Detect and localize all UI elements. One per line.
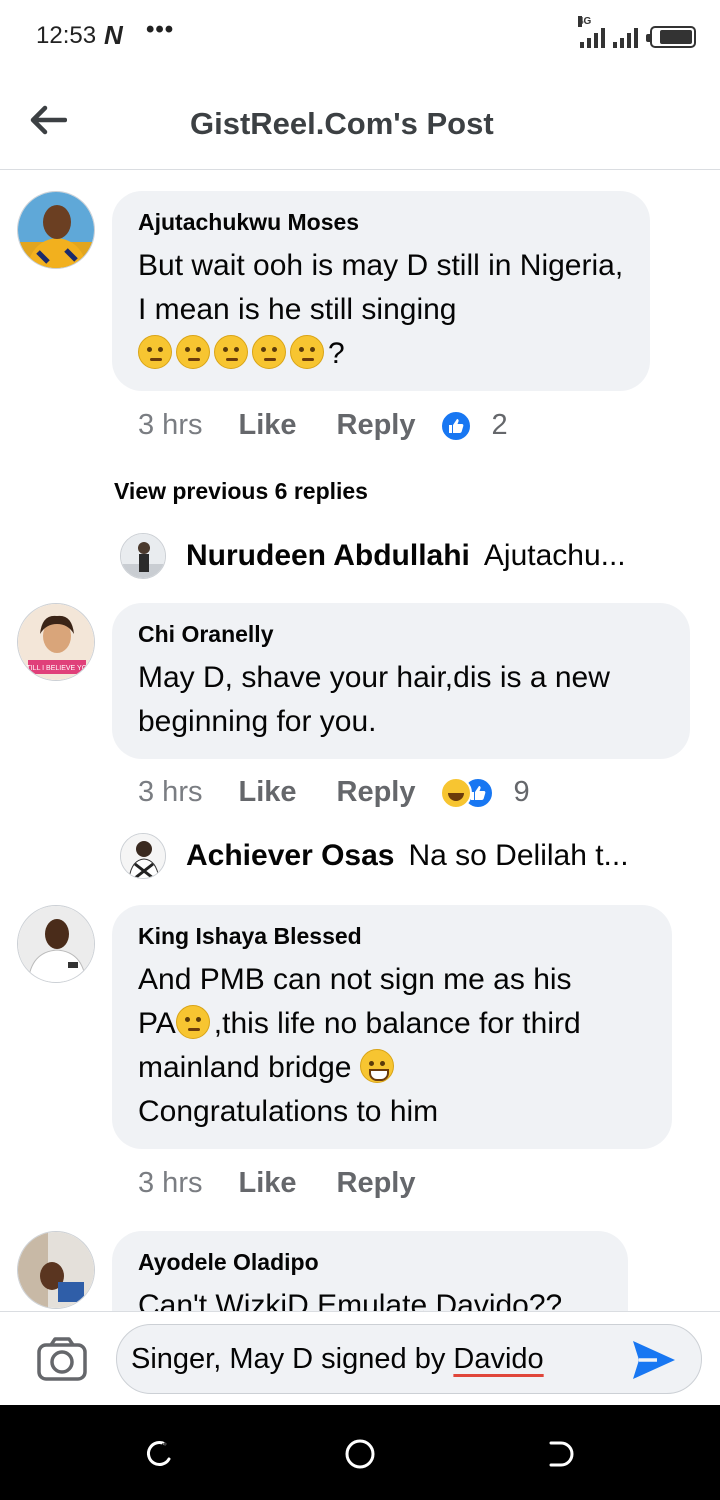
- more-notifications-icon: •••: [146, 16, 175, 43]
- camera-button[interactable]: [36, 1336, 88, 1382]
- reaction-count[interactable]: 2: [492, 409, 508, 442]
- comment-composer: Singer, May D signed by Davido: [0, 1311, 720, 1405]
- comment-bubble[interactable]: Chi Oranelly May D, shave your hair,dis …: [112, 603, 690, 759]
- reply-text-preview: Na so Delilah t...: [408, 839, 629, 872]
- svg-text:STILL I BELIEVE YOU: STILL I BELIEVE YOU: [22, 665, 92, 672]
- comment-text: And PMB can not sign me as his PA ,this l…: [138, 963, 581, 1128]
- comment-author[interactable]: Ajutachukwu Moses: [138, 209, 624, 236]
- like-button[interactable]: Like: [238, 409, 296, 442]
- eye-roll-emoji-icon: [138, 335, 172, 369]
- spellcheck-word[interactable]: Davido: [453, 1343, 543, 1375]
- comment-text: But wait ooh is may D still in Nigeria, …: [138, 249, 624, 370]
- avatar[interactable]: STILL I BELIEVE YOU: [17, 603, 95, 681]
- status-indicators: 4G: [578, 16, 696, 48]
- comment-author[interactable]: Ayodele Oladipo: [138, 1249, 602, 1276]
- avatar[interactable]: [17, 1231, 95, 1309]
- like-reaction-icon[interactable]: [439, 409, 472, 442]
- eye-roll-emoji-icon: [175, 1005, 210, 1039]
- recent-apps-button[interactable]: [143, 1437, 177, 1471]
- back-arrow-icon: [30, 105, 67, 135]
- carrier-icon: N: [104, 20, 123, 50]
- comment-time[interactable]: 3 hrs: [138, 1167, 202, 1200]
- comment-text: May D, shave your hair,dis is a new begi…: [138, 661, 610, 738]
- eye-roll-emoji-icon: [176, 335, 210, 369]
- reply-button[interactable]: Reply: [337, 1167, 416, 1200]
- recent-apps-icon: [147, 1441, 171, 1466]
- comment-author[interactable]: King Ishaya Blessed: [138, 923, 646, 950]
- eye-roll-emoji-icon: [214, 335, 248, 369]
- status-bar: 12:53 N ••• 4G: [0, 0, 720, 72]
- avatar[interactable]: [120, 533, 166, 579]
- comment-author[interactable]: Chi Oranelly: [138, 621, 664, 648]
- haha-reaction-icon[interactable]: [439, 776, 472, 809]
- eye-roll-emoji-icon: [290, 335, 324, 369]
- comment-text: Can't WizkiD Emulate Davido??: [138, 1289, 563, 1311]
- status-time: 12:53: [36, 22, 97, 49]
- signal-4g-icon: 4G: [578, 16, 605, 48]
- avatar[interactable]: [17, 905, 95, 983]
- comments-feed[interactable]: Ajutachukwu Moses But wait ooh is may D …: [0, 171, 720, 1311]
- comment-actions: 3 hrs Like Reply 9: [138, 776, 530, 809]
- reply-button[interactable]: Reply: [337, 409, 416, 442]
- reply-preview-row[interactable]: Nurudeen Abdullahi Ajutachu...: [120, 533, 680, 579]
- battery-icon: [646, 26, 696, 48]
- comment-bubble[interactable]: Ajutachukwu Moses But wait ooh is may D …: [112, 191, 650, 391]
- comment-actions: 3 hrs Like Reply: [138, 1167, 440, 1200]
- page-title: GistReel.Com's Post: [190, 106, 494, 141]
- reaction-count[interactable]: 9: [514, 776, 530, 809]
- comment-bubble[interactable]: King Ishaya Blessed And PMB can not sign…: [112, 905, 672, 1149]
- system-nav-bar: [0, 1405, 720, 1500]
- reply-text-preview: Ajutachu...: [483, 539, 626, 572]
- reply-author[interactable]: Nurudeen Abdullahi: [186, 539, 470, 573]
- send-button[interactable]: [629, 1335, 679, 1385]
- comment-input-text[interactable]: Singer, May D signed by Davido: [131, 1343, 544, 1376]
- home-button[interactable]: [343, 1437, 377, 1471]
- home-circle-icon: [345, 1439, 375, 1469]
- reply-button[interactable]: Reply: [337, 776, 416, 809]
- comment-time[interactable]: 3 hrs: [138, 776, 202, 809]
- comment-input[interactable]: Singer, May D signed by Davido: [116, 1324, 702, 1394]
- network-type: 4G: [578, 16, 592, 27]
- view-previous-replies-link[interactable]: View previous 6 replies: [114, 478, 368, 505]
- like-button[interactable]: Like: [238, 1167, 296, 1200]
- back-nav-icon: [549, 1441, 574, 1467]
- comment-actions: 3 hrs Like Reply 2: [138, 409, 508, 442]
- reply-preview-row[interactable]: Achiever Osas Na so Delilah t...: [120, 833, 680, 879]
- avatar[interactable]: [120, 833, 166, 879]
- post-header: GistReel.Com's Post: [0, 72, 720, 170]
- back-nav-button[interactable]: [543, 1437, 577, 1471]
- like-button[interactable]: Like: [238, 776, 296, 809]
- avatar[interactable]: [17, 191, 95, 269]
- comment-bubble[interactable]: Ayodele Oladipo Can't WizkiD Emulate Dav…: [112, 1231, 628, 1311]
- grinning-emoji-icon: [359, 1049, 394, 1083]
- back-button[interactable]: [26, 98, 70, 142]
- comment-time[interactable]: 3 hrs: [138, 409, 202, 442]
- eye-roll-emoji-icon: [252, 335, 286, 369]
- signal-icon: [613, 26, 638, 48]
- reply-author[interactable]: Achiever Osas: [186, 839, 394, 873]
- send-icon: [633, 1341, 675, 1379]
- camera-icon: [37, 1337, 87, 1381]
